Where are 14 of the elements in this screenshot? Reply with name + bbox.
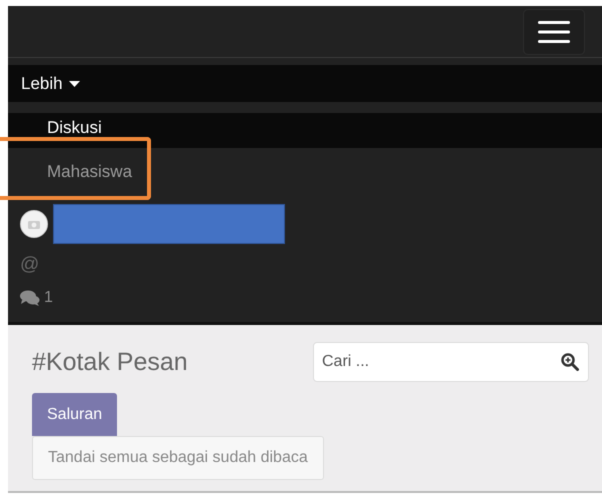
dropdown-toggle[interactable]: Lebih — [8, 65, 602, 102]
mark-read-button[interactable]: Tandai semua sebagai sudah dibaca — [32, 436, 324, 480]
menu-item[interactable]: Diskusi — [8, 113, 602, 148]
search-icon — [561, 353, 579, 371]
channel-button[interactable]: Saluran — [32, 393, 118, 436]
menu-button[interactable] — [523, 8, 585, 54]
comments-icon — [20, 290, 40, 306]
page-title: #Kotak Pesan — [32, 348, 188, 376]
comment-count: 1 — [44, 289, 53, 307]
search-field[interactable]: Cari ... — [313, 342, 589, 382]
caret-icon — [68, 80, 80, 86]
avatar-icon — [20, 210, 48, 238]
at-symbol: @ — [19, 253, 40, 276]
menu-icon — [538, 20, 570, 42]
